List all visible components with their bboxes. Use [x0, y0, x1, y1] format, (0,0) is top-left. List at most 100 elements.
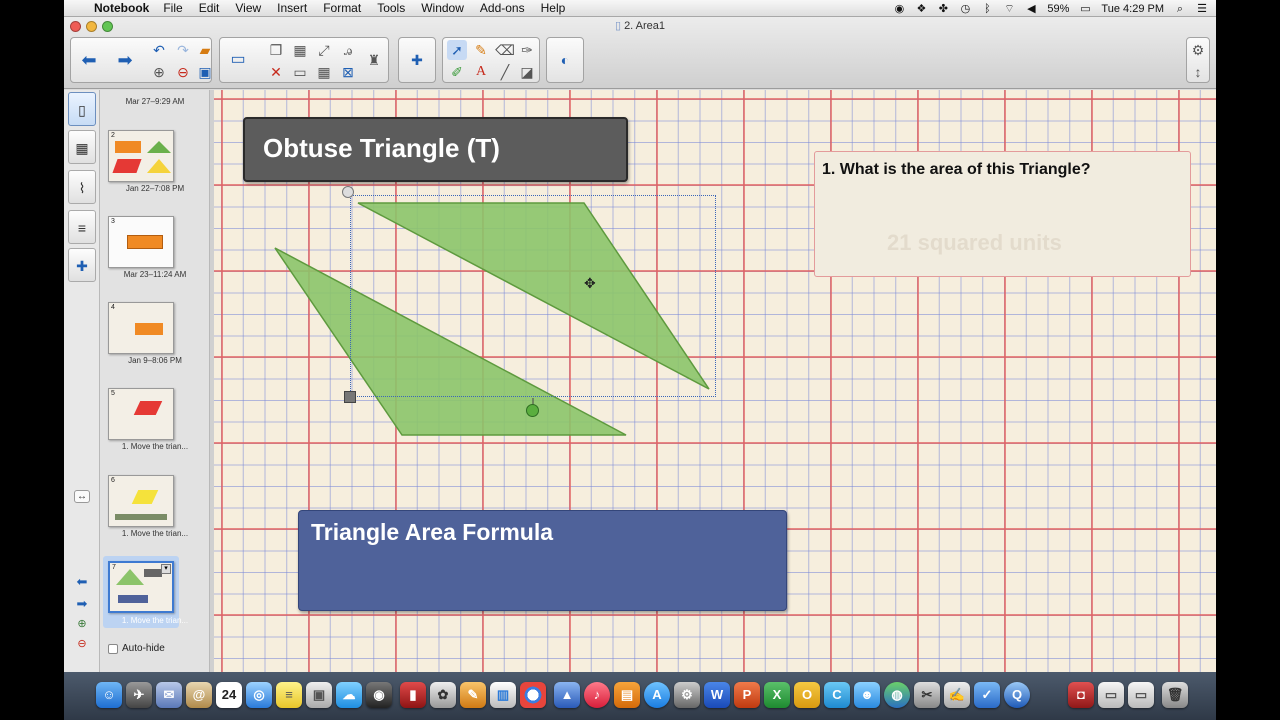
globe-icon[interactable]: ◍: [884, 682, 910, 708]
pages-icon[interactable]: ✎: [460, 682, 486, 708]
menu-tools[interactable]: Tools: [377, 1, 405, 15]
document-camera-icon[interactable]: ♜: [364, 50, 384, 70]
page-thumbnail-3[interactable]: 3: [108, 216, 174, 268]
ibooks-icon[interactable]: ▤: [614, 682, 640, 708]
bluetooth-icon[interactable]: ᛒ: [981, 3, 993, 15]
page-sorter-tab[interactable]: ▯: [68, 92, 96, 126]
menu-handle-icon[interactable]: [344, 391, 356, 403]
delete-page-icon[interactable]: ⊖: [74, 637, 90, 650]
undo-icon[interactable]: ↶: [149, 40, 169, 60]
creative-pens-icon[interactable]: ✐: [447, 62, 467, 82]
iphoto-icon[interactable]: ✿: [430, 682, 456, 708]
save-icon[interactable]: ▣: [195, 62, 215, 82]
chrome-icon[interactable]: [520, 682, 546, 708]
downloads-stack-icon[interactable]: ▭: [1098, 682, 1124, 708]
expand-icon[interactable]: ↕: [1188, 62, 1208, 82]
menu-addons[interactable]: Add-ons: [480, 1, 525, 15]
next-page-icon[interactable]: ➡: [74, 596, 90, 612]
numbers-icon[interactable]: ▥: [490, 682, 516, 708]
photo-booth-icon[interactable]: ▮: [400, 682, 426, 708]
app-store-icon[interactable]: A: [644, 682, 670, 708]
addons-tab[interactable]: ✚: [68, 248, 96, 282]
select-icon[interactable]: ➚: [447, 40, 467, 60]
properties-icon[interactable]: ⊠: [338, 62, 358, 82]
finder-icon[interactable]: ☺: [96, 682, 122, 708]
shapes-icon[interactable]: ◐: [555, 50, 575, 70]
menu-window[interactable]: Window: [421, 1, 464, 15]
delete-page-icon[interactable]: ⊖: [173, 62, 193, 82]
calendar-icon[interactable]: 24: [216, 682, 242, 708]
communicator-icon[interactable]: C: [824, 682, 850, 708]
menu-edit[interactable]: Edit: [199, 1, 220, 15]
attachments-tab[interactable]: ⌇: [68, 170, 96, 204]
move-sidebar-icon[interactable]: ↔: [74, 490, 90, 503]
resize-handle-icon[interactable]: [342, 186, 354, 198]
notebook-canvas[interactable]: Obtuse Triangle (T) ✥ 1. What is the are…: [214, 90, 1216, 672]
display-icon[interactable]: ▭: [290, 62, 310, 82]
properties-tab[interactable]: ≡: [68, 210, 96, 244]
excel-icon[interactable]: X: [764, 682, 790, 708]
settings-icon[interactable]: ⚙: [1188, 40, 1208, 60]
line-icon[interactable]: ╱: [495, 62, 515, 82]
menu-view[interactable]: View: [235, 1, 261, 15]
page-thumbnail-7[interactable]: 7 ▾: [108, 561, 174, 613]
launchpad-icon[interactable]: ✈: [126, 682, 152, 708]
volume-icon[interactable]: ◀: [1025, 3, 1037, 15]
dropbox-icon[interactable]: ❖: [915, 3, 927, 15]
record-icon[interactable]: ◉: [893, 3, 905, 15]
trash-icon[interactable]: 🗑: [1162, 682, 1188, 708]
gallery-tab[interactable]: ▦: [68, 130, 96, 164]
checkbox-icon[interactable]: [108, 643, 118, 654]
full-screen-icon[interactable]: ⤢: [314, 40, 334, 60]
redo-icon[interactable]: ↷: [173, 40, 193, 60]
outlook-icon[interactable]: O: [794, 682, 820, 708]
textedit-icon[interactable]: ✍: [944, 682, 970, 708]
eraser-icon[interactable]: ⌫: [495, 40, 515, 60]
system-preferences-icon[interactable]: ⚙: [674, 682, 700, 708]
notebook-icon[interactable]: ✓: [974, 682, 1000, 708]
safari-icon[interactable]: ◎: [246, 682, 272, 708]
delete-icon[interactable]: ✕: [266, 62, 286, 82]
open-folder-icon[interactable]: ▰: [195, 40, 215, 60]
screen-capture-icon[interactable]: ▦: [290, 40, 310, 60]
notes-icon[interactable]: ≡: [276, 682, 302, 708]
addon-icon[interactable]: ✚: [407, 50, 427, 70]
back-arrow-icon[interactable]: ⬅: [79, 50, 99, 70]
fill-icon[interactable]: ◪: [517, 62, 537, 82]
powerpoint-icon[interactable]: P: [734, 682, 760, 708]
time-machine-icon[interactable]: ◷: [959, 3, 971, 15]
page-thumbnail-6[interactable]: 6: [108, 475, 174, 527]
page-thumbnail-4[interactable]: 4: [108, 302, 174, 354]
page-menu-icon[interactable]: ▾: [161, 564, 171, 574]
formula-box[interactable]: Triangle Area Formula: [298, 510, 787, 611]
previous-page-icon[interactable]: ⬅: [74, 574, 90, 590]
battery-icon[interactable]: ▭: [1079, 3, 1091, 15]
screen-shade-icon[interactable]: ▭: [228, 50, 248, 70]
notification-center-icon[interactable]: ☰: [1196, 3, 1208, 15]
spell-icon[interactable]: ꭿ: [338, 40, 358, 60]
rotate-handle-icon[interactable]: [526, 404, 539, 417]
menu-format[interactable]: Format: [323, 1, 361, 15]
menu-clock[interactable]: Tue 4:29 PM: [1101, 3, 1164, 15]
pens-icon[interactable]: ✎: [471, 40, 491, 60]
text-icon[interactable]: A: [471, 62, 491, 82]
forward-arrow-icon[interactable]: ➡: [115, 50, 135, 70]
page-thumbnail-2[interactable]: 2: [108, 130, 174, 182]
keynote-icon[interactable]: ▲: [554, 682, 580, 708]
itunes-icon[interactable]: ♪: [584, 682, 610, 708]
documents-stack-icon[interactable]: ▭: [1128, 682, 1154, 708]
messenger-icon[interactable]: ☻: [854, 682, 880, 708]
extensions-icon[interactable]: ✤: [937, 3, 949, 15]
facetime-icon[interactable]: ◉: [366, 682, 392, 708]
quicktime-icon[interactable]: Q: [1004, 682, 1030, 708]
word-icon[interactable]: W: [704, 682, 730, 708]
mail-stamp-icon[interactable]: ✉: [156, 682, 182, 708]
app-menu[interactable]: Notebook: [94, 1, 149, 15]
messages-icon[interactable]: ☁: [336, 682, 362, 708]
auto-hide-checkbox[interactable]: Auto-hide: [108, 643, 165, 654]
spotlight-search-icon[interactable]: ⌕: [1174, 3, 1186, 15]
question-box[interactable]: 1. What is the area of this Triangle? 21…: [814, 151, 1191, 277]
page-thumbnail-5[interactable]: 5: [108, 388, 174, 440]
magic-pen-icon[interactable]: ✑: [517, 40, 537, 60]
utilities-icon[interactable]: ✂: [914, 682, 940, 708]
